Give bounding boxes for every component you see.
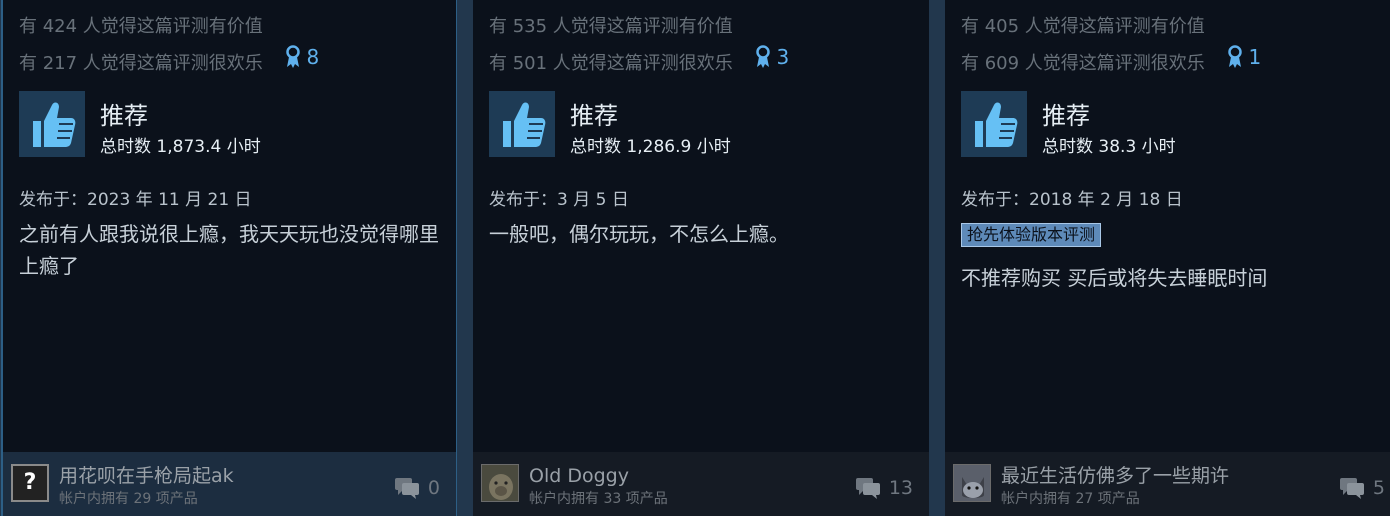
helpful-count: 有 405 人觉得这篇评测有价值 <box>961 16 1205 37</box>
author-name[interactable]: 用花呗在手枪局起ak <box>59 464 234 488</box>
awards-count: 8 <box>306 45 320 69</box>
playtime-hours: 总时数 1,286.9 小时 <box>570 137 731 157</box>
comment-bubble-icon <box>394 478 419 499</box>
avatar[interactable] <box>953 464 991 502</box>
thumbs-up-icon <box>961 91 1027 157</box>
question-mark-icon: ? <box>23 470 37 495</box>
funny-row: 有 501 人觉得这篇评测很欢乐 3 <box>489 45 789 75</box>
review-footer[interactable]: ? 用花呗在手枪局起ak 帐户内拥有 29 项产品 0 <box>3 452 456 516</box>
author-name[interactable]: 最近生活仿佛多了一些期许 <box>1001 464 1229 488</box>
dog-photo-icon <box>482 465 518 501</box>
playtime-hours: 总时数 1,873.4 小时 <box>100 137 261 157</box>
awards-button[interactable]: 8 <box>285 45 320 69</box>
products-owned: 帐户内拥有 33 项产品 <box>529 491 668 507</box>
funny-count: 有 217 人觉得这篇评测很欢乐 <box>19 53 263 74</box>
posted-date: 发布于：2018 年 2 月 18 日 <box>961 190 1183 210</box>
awards-count: 1 <box>1248 45 1262 69</box>
award-ribbon-icon <box>755 45 770 68</box>
recommendation-title: 推荐 <box>100 102 148 130</box>
review-card[interactable]: 有 424 人觉得这篇评测有价值 有 217 人觉得这篇评测很欢乐 8 推荐 总… <box>1 0 457 516</box>
comments-count: 5 <box>1372 477 1385 499</box>
review-footer[interactable]: Old Doggy 帐户内拥有 33 项产品 13 <box>473 452 929 516</box>
helpful-count: 有 535 人觉得这篇评测有价值 <box>489 16 733 37</box>
funny-row: 有 609 人觉得这篇评测很欢乐 1 <box>961 45 1261 75</box>
avatar[interactable]: ? <box>11 464 49 502</box>
comments-count: 0 <box>427 477 440 499</box>
recommendation-title: 推荐 <box>570 102 618 130</box>
early-access-badge: 抢先体验版本评测 <box>961 223 1102 247</box>
comments-button[interactable]: 0 <box>394 476 440 500</box>
review-card[interactable]: 有 405 人觉得这篇评测有价值 有 609 人觉得这篇评测很欢乐 1 推荐 总… <box>945 0 1390 516</box>
recommendation-title: 推荐 <box>1042 102 1090 130</box>
awards-count: 3 <box>776 45 790 69</box>
award-ribbon-icon <box>285 45 300 68</box>
playtime-hours: 总时数 38.3 小时 <box>1042 137 1176 157</box>
review-card[interactable]: 有 535 人觉得这篇评测有价值 有 501 人觉得这篇评测很欢乐 3 推荐 总… <box>473 0 929 516</box>
awards-button[interactable]: 1 <box>1227 45 1262 69</box>
award-ribbon-icon <box>1227 45 1242 68</box>
review-text: 之前有人跟我说很上瘾，我天天玩也没觉得哪里上瘾了 <box>19 222 439 278</box>
cat-photo-icon <box>954 465 990 501</box>
avatar[interactable] <box>481 464 519 502</box>
comment-bubble-icon <box>1339 478 1364 499</box>
products-owned: 帐户内拥有 29 项产品 <box>59 491 198 507</box>
posted-date: 发布于：3 月 5 日 <box>489 190 629 210</box>
products-owned: 帐户内拥有 27 项产品 <box>1001 491 1140 507</box>
reviews-page: 有 424 人觉得这篇评测有价值 有 217 人觉得这篇评测很欢乐 8 推荐 总… <box>0 0 1390 516</box>
comments-button[interactable]: 13 <box>855 476 913 500</box>
helpful-count: 有 424 人觉得这篇评测有价值 <box>19 16 263 37</box>
comments-button[interactable]: 5 <box>1339 476 1385 500</box>
comments-count: 13 <box>888 477 913 499</box>
funny-row: 有 217 人觉得这篇评测很欢乐 8 <box>19 45 319 75</box>
author-name[interactable]: Old Doggy <box>529 464 629 488</box>
comment-bubble-icon <box>855 478 880 499</box>
thumbs-up-icon <box>19 91 85 157</box>
awards-button[interactable]: 3 <box>755 45 790 69</box>
posted-date: 发布于：2023 年 11 月 21 日 <box>19 190 252 210</box>
review-text: 一般吧，偶尔玩玩，不怎么上瘾。 <box>489 222 789 246</box>
funny-count: 有 609 人觉得这篇评测很欢乐 <box>961 53 1205 74</box>
thumbs-up-icon <box>489 91 555 157</box>
review-footer[interactable]: 最近生活仿佛多了一些期许 帐户内拥有 27 项产品 5 <box>945 452 1390 516</box>
funny-count: 有 501 人觉得这篇评测很欢乐 <box>489 53 733 74</box>
review-text: 不推荐购买 买后或将失去睡眠时间 <box>961 266 1268 290</box>
